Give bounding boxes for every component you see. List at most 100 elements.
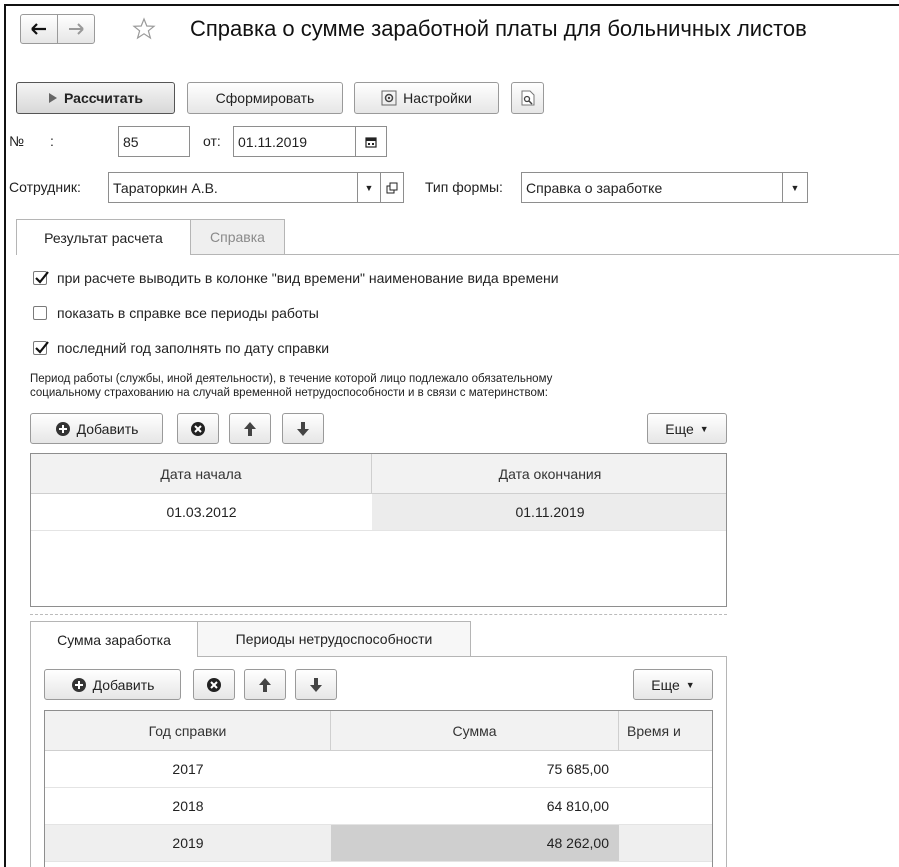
- plus-circle-icon: [71, 677, 87, 693]
- date-from-label: от:: [203, 133, 221, 149]
- number-colon: :: [50, 133, 54, 149]
- calculate-label: Рассчитать: [64, 90, 143, 106]
- table-cell: 01.03.2012: [166, 504, 237, 520]
- earnings-more-button[interactable]: Еще ▼: [633, 669, 713, 700]
- number-value: 85: [123, 133, 139, 150]
- arrow-down-icon: [296, 421, 310, 437]
- calendar-button[interactable]: [355, 126, 387, 157]
- number-field[interactable]: 85: [118, 126, 190, 157]
- add-label: Добавить: [92, 676, 155, 693]
- earnings-table[interactable]: Год справки Сумма Время и 2017 75 685,00…: [44, 710, 713, 867]
- gear-icon: [381, 90, 397, 106]
- date-field[interactable]: 01.11.2019: [233, 126, 356, 157]
- table-row[interactable]: 2017 75 685,00: [45, 751, 712, 788]
- table-cell: 2019: [172, 835, 204, 851]
- column-header[interactable]: Сумма: [331, 711, 619, 750]
- periods-move-up-button[interactable]: [229, 413, 271, 444]
- checkbox-last-year-to-date[interactable]: [33, 341, 49, 355]
- checkbox-show-all-periods[interactable]: [33, 306, 47, 320]
- form-type-value: Справка о заработке: [526, 179, 663, 196]
- add-label: Добавить: [76, 420, 139, 437]
- table-row[interactable]: 2018 64 810,00: [45, 788, 712, 825]
- table-cell: 48 262,00: [331, 825, 619, 861]
- employee-dropdown-button[interactable]: ▼: [357, 172, 381, 203]
- employee-value: Тараторкин А.В.: [113, 179, 218, 196]
- preview-icon: [521, 90, 535, 106]
- checkmark-icon: [35, 271, 49, 284]
- page-title: Справка о сумме заработной платы для бол…: [190, 16, 807, 41]
- calculate-button[interactable]: Рассчитать: [16, 82, 175, 114]
- column-header[interactable]: Год справки: [45, 711, 331, 750]
- chevron-down-icon: ▼: [699, 423, 709, 434]
- arrow-down-icon: [309, 677, 323, 693]
- play-icon: [48, 92, 58, 104]
- form-type-label: Тип формы:: [425, 179, 503, 195]
- checkbox-label: показать в справке все периоды работы: [57, 305, 319, 321]
- generate-button[interactable]: Сформировать: [187, 82, 343, 114]
- arrow-up-icon: [258, 677, 272, 693]
- plus-circle-icon: [55, 421, 71, 437]
- delete-icon: [190, 421, 206, 437]
- settings-label: Настройки: [403, 90, 472, 106]
- generate-label: Сформировать: [215, 90, 315, 106]
- calendar-icon: [365, 136, 377, 148]
- tabs-baseline: [190, 254, 899, 255]
- tab-label: Результат расчета: [44, 229, 163, 246]
- periods-table[interactable]: Дата начала Дата окончания 01.03.2012 01…: [30, 453, 727, 607]
- table-cell: 75 685,00: [546, 761, 609, 777]
- chevron-down-icon: ▼: [364, 182, 374, 193]
- arrow-left-icon: [31, 23, 47, 35]
- arrow-right-icon: [68, 23, 84, 35]
- employee-field[interactable]: Тараторкин А.В.: [108, 172, 358, 203]
- splitter[interactable]: [30, 614, 727, 615]
- earnings-delete-button[interactable]: [193, 669, 235, 700]
- periods-move-down-button[interactable]: [282, 413, 324, 444]
- checkbox-show-time-type[interactable]: [33, 271, 49, 285]
- tab-earnings[interactable]: Сумма заработка: [30, 621, 198, 657]
- periods-delete-button[interactable]: [177, 413, 219, 444]
- star-icon[interactable]: [132, 17, 156, 41]
- table-cell: 64 810,00: [546, 798, 609, 814]
- back-button[interactable]: [20, 14, 58, 44]
- more-label: Еще: [651, 676, 680, 693]
- checkmark-icon: [35, 341, 49, 354]
- employee-label: Сотрудник:: [9, 179, 81, 195]
- form-type-dropdown-button[interactable]: ▼: [782, 172, 808, 203]
- earnings-add-button[interactable]: Добавить: [44, 669, 181, 700]
- settings-button[interactable]: Настройки: [354, 82, 499, 114]
- period-caption-line2: социальному страхованию на случай времен…: [30, 387, 548, 399]
- tab-label: Справка: [210, 229, 265, 245]
- number-label: №: [9, 133, 25, 149]
- periods-more-button[interactable]: Еще ▼: [647, 413, 727, 444]
- preview-button[interactable]: [511, 82, 544, 114]
- periods-add-button[interactable]: Добавить: [30, 413, 163, 444]
- earnings-move-down-button[interactable]: [295, 669, 337, 700]
- column-header[interactable]: Дата окончания: [372, 454, 726, 493]
- column-header[interactable]: Время и: [619, 711, 712, 750]
- tab-label: Периоды нетрудоспособности: [235, 631, 433, 647]
- table-cell: 2018: [172, 798, 204, 814]
- forward-button[interactable]: [57, 14, 95, 44]
- chevron-down-icon: ▼: [685, 679, 695, 690]
- date-value: 01.11.2019: [238, 133, 308, 150]
- table-cell: 01.11.2019: [372, 494, 726, 530]
- table-cell: 2017: [172, 761, 204, 777]
- delete-icon: [206, 677, 222, 693]
- chevron-down-icon: ▼: [790, 182, 800, 193]
- tab-certificate[interactable]: Справка: [190, 219, 285, 254]
- column-header[interactable]: Дата начала: [31, 454, 372, 493]
- checkbox-label: при расчете выводить в колонке "вид врем…: [57, 270, 559, 286]
- employee-open-button[interactable]: [380, 172, 404, 203]
- tab-disability-periods[interactable]: Периоды нетрудоспособности: [197, 621, 471, 656]
- tab-label: Сумма заработка: [57, 631, 171, 648]
- checkbox-label: последний год заполнять по дату справки: [57, 340, 330, 356]
- tab-calculation-result[interactable]: Результат расчета: [16, 219, 191, 255]
- earnings-move-up-button[interactable]: [244, 669, 286, 700]
- more-label: Еще: [665, 420, 694, 437]
- form-type-field[interactable]: Справка о заработке: [521, 172, 783, 203]
- arrow-up-icon: [243, 421, 257, 437]
- table-row[interactable]: 01.03.2012 01.11.2019: [31, 494, 726, 531]
- table-row-selected[interactable]: 2019 48 262,00: [45, 825, 712, 862]
- period-caption-line1: Период работы (службы, иной деятельности…: [30, 373, 553, 385]
- table-header: Год справки Сумма Время и: [45, 711, 712, 751]
